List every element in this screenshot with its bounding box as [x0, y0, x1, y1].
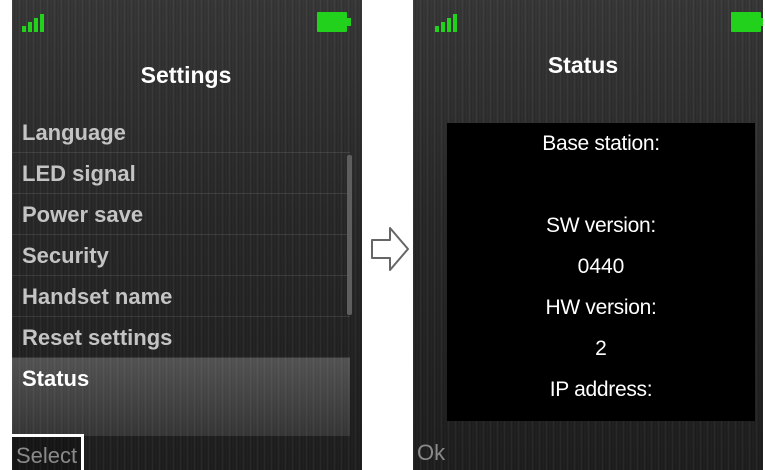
- signal-strength-icon: [22, 12, 50, 32]
- menu-item-reset-settings[interactable]: Reset settings: [12, 317, 350, 358]
- signal-strength-icon: [435, 12, 463, 32]
- sw-version-label: SW version:: [546, 214, 656, 237]
- base-station-value: [447, 164, 755, 205]
- menu-item-language[interactable]: Language: [12, 112, 350, 153]
- ip-address-label: IP address:: [549, 378, 653, 401]
- menu-item-power-save[interactable]: Power save: [12, 194, 350, 235]
- base-station-label: Base station:: [542, 132, 660, 155]
- status-info-panel: Base station: SW version: 0440 HW versio…: [447, 123, 755, 421]
- settings-menu: Language LED signal Power save Security …: [12, 112, 350, 436]
- battery-icon: [317, 12, 351, 32]
- hw-version-label: HW version:: [545, 296, 657, 319]
- menu-scrollbar[interactable]: [347, 155, 352, 315]
- page-title: Status: [547, 52, 619, 78]
- status-screen: Status Base station: SW version: 0440 HW…: [413, 0, 763, 470]
- hw-version-value: 2: [595, 337, 607, 360]
- menu-item-security[interactable]: Security: [12, 235, 350, 276]
- select-softkey[interactable]: Select: [12, 434, 85, 470]
- menu-item-led-signal[interactable]: LED signal: [12, 153, 350, 194]
- right-arrow-icon: [371, 227, 409, 271]
- ok-softkey[interactable]: Ok: [413, 434, 449, 470]
- battery-icon: [731, 12, 763, 32]
- menu-item-handset-name[interactable]: Handset name: [12, 276, 350, 317]
- page-title: Settings: [140, 62, 232, 88]
- settings-screen: Settings Language LED signal Power save …: [12, 0, 362, 470]
- menu-item-status[interactable]: Status: [12, 358, 350, 436]
- sw-version-value: 0440: [577, 255, 625, 278]
